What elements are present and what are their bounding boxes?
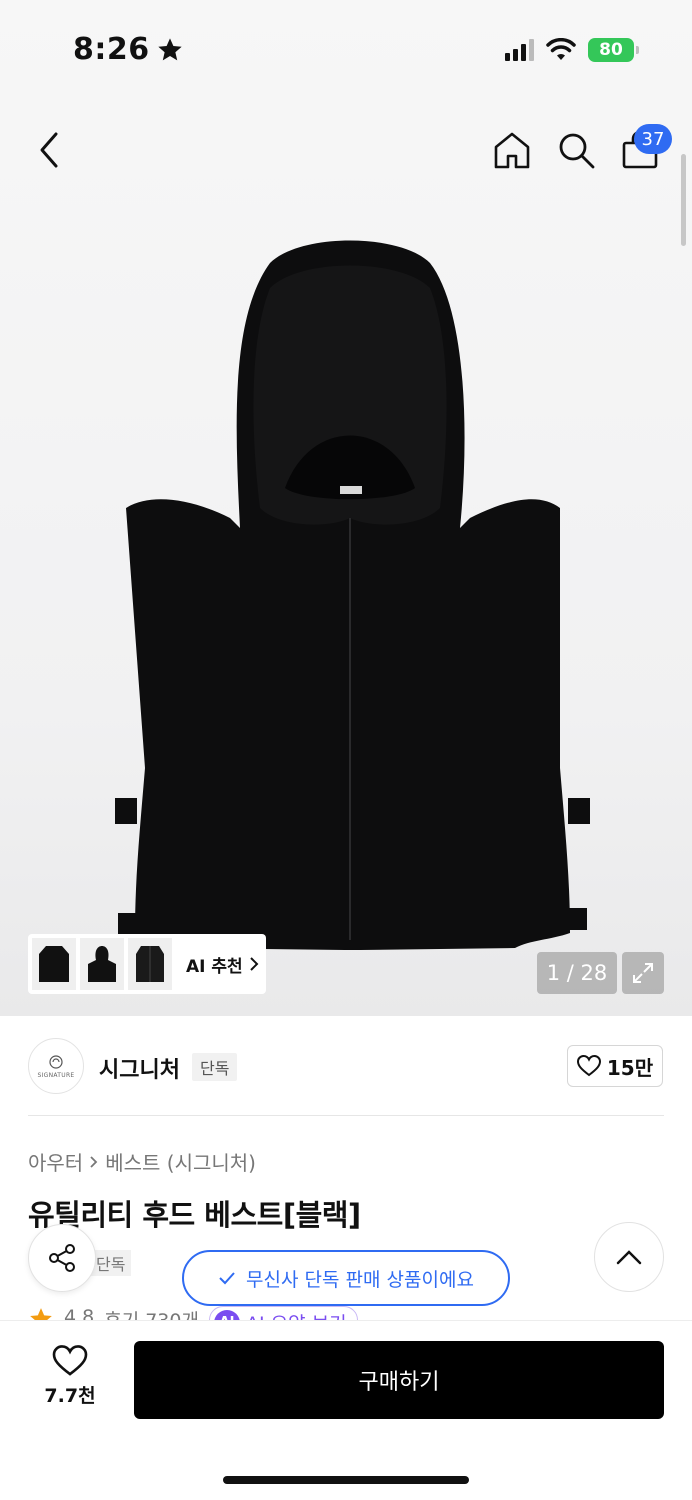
status-time-text: 8:26 bbox=[73, 32, 150, 67]
product-exclusive-tag: 단독 bbox=[90, 1250, 132, 1276]
ai-recommend-panel[interactable]: AI 추천 bbox=[28, 934, 266, 994]
expand-button[interactable] bbox=[622, 952, 664, 994]
chevron-right-icon bbox=[249, 957, 259, 971]
hood-vest-thumb-icon bbox=[88, 946, 116, 982]
ai-thumb-2[interactable] bbox=[80, 938, 124, 990]
brand-logo-icon bbox=[49, 1054, 63, 1069]
brand-logo[interactable]: SIGNATURE bbox=[28, 1038, 84, 1094]
brand-exclusive-tag: 단독 bbox=[192, 1053, 238, 1081]
product-gallery[interactable]: 8:26 80 37 AI 추천 1 / 28 bbox=[0, 0, 692, 1016]
brand-logo-text: SIGNATURE bbox=[37, 1071, 75, 1079]
share-button[interactable] bbox=[28, 1224, 96, 1292]
back-icon[interactable] bbox=[30, 128, 70, 172]
breadcrumb-subcategory[interactable]: 베스트 (시그니처) bbox=[105, 1147, 256, 1176]
exclusive-notice-toast: 무신사 단독 판매 상품이에요 bbox=[182, 1250, 510, 1306]
status-time: 8:26 bbox=[73, 32, 184, 67]
breadcrumb-category[interactable]: 아우터 bbox=[28, 1147, 83, 1176]
buy-button[interactable]: 구매하기 bbox=[134, 1341, 664, 1419]
ai-recommend-label: AI 추천 bbox=[186, 956, 243, 977]
star-icon bbox=[157, 37, 182, 60]
check-icon bbox=[219, 1272, 235, 1285]
brand-name[interactable]: 시그니처 bbox=[99, 1052, 180, 1084]
image-counter: 1 / 28 bbox=[537, 952, 617, 994]
product-image-vest[interactable] bbox=[110, 228, 590, 958]
battery-icon: 80 bbox=[588, 38, 639, 62]
breadcrumb: 아우터 베스트 (시그니처) bbox=[28, 1147, 256, 1176]
cart-count-badge: 37 bbox=[634, 124, 672, 154]
ai-recommend-link[interactable]: AI 추천 bbox=[186, 952, 259, 977]
home-icon[interactable] bbox=[492, 130, 532, 170]
home-indicator[interactable] bbox=[223, 1476, 469, 1484]
share-icon bbox=[49, 1244, 75, 1272]
exclusive-notice-text: 무신사 단독 판매 상품이에요 bbox=[246, 1268, 474, 1291]
expand-icon bbox=[633, 963, 653, 983]
ai-thumb-3[interactable] bbox=[128, 938, 172, 990]
wishlist-count: 7.7천 bbox=[44, 1385, 96, 1407]
chevron-up-icon bbox=[616, 1250, 642, 1265]
scroll-top-button[interactable] bbox=[594, 1222, 664, 1292]
battery-level: 80 bbox=[599, 40, 623, 60]
brand-like-button[interactable]: 15만 bbox=[567, 1045, 663, 1087]
search-icon[interactable] bbox=[556, 130, 596, 170]
ai-thumb-1[interactable] bbox=[32, 938, 76, 990]
wifi-icon bbox=[546, 38, 576, 60]
heart-icon bbox=[576, 1055, 601, 1077]
wishlist-button[interactable]: 7.7천 bbox=[30, 1345, 110, 1408]
signal-icon bbox=[505, 39, 534, 61]
status-icons: 80 bbox=[505, 38, 639, 62]
vest-thumb-icon bbox=[39, 946, 69, 982]
scrollbar[interactable] bbox=[681, 154, 686, 246]
heart-icon bbox=[52, 1345, 88, 1376]
brand-like-count: 15만 bbox=[606, 1055, 654, 1080]
divider bbox=[28, 1115, 664, 1116]
padded-vest-thumb-icon bbox=[136, 946, 164, 982]
chevron-right-icon bbox=[90, 1155, 98, 1168]
